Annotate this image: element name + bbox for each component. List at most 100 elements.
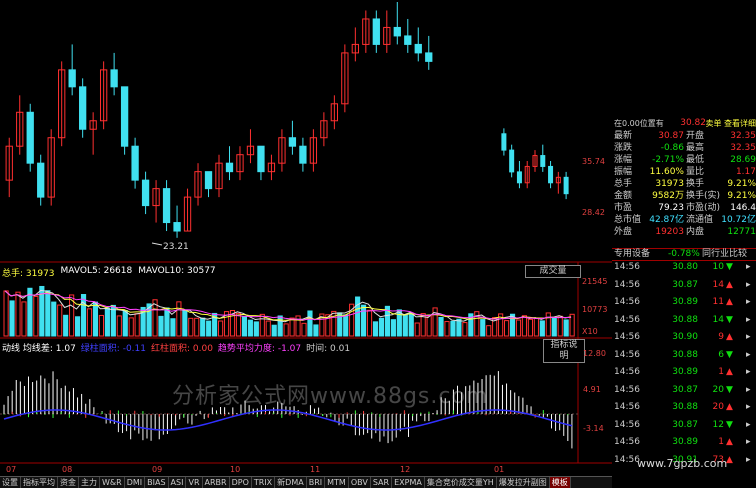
stat-row: 外盘 19203 内盘 12771 <box>612 227 756 238</box>
tab-main-force[interactable]: 主力 <box>79 477 100 488</box>
tick-volume: 12 <box>712 419 724 430</box>
tick-row: 14:56 30.87 12 ▼ ▸ <box>612 419 756 432</box>
tab-arbr[interactable]: ARBR <box>203 477 230 488</box>
tab-auction-volume[interactable]: 集合竞价成交量YH <box>425 477 497 488</box>
volume-bar <box>235 312 242 337</box>
volume-bar <box>372 321 379 337</box>
tick-flag-icon: ▸ <box>746 279 751 290</box>
stat-row: 市盈 79.23 市盈(动) 146.4 <box>612 203 756 214</box>
candle-body <box>37 162 45 198</box>
tick-time: 14:56 <box>614 349 640 360</box>
volume-bar <box>331 310 337 337</box>
volume-bar <box>176 301 182 337</box>
arrow-down-icon: ▼ <box>726 419 733 430</box>
tick-time: 14:56 <box>614 332 640 342</box>
stat-label: 开盘 <box>686 131 705 141</box>
candle-body <box>204 171 213 190</box>
stat-row: 总市值 42.87亿 流通值 10.72亿 <box>612 215 756 226</box>
tab-settings[interactable]: 设置 <box>0 477 21 488</box>
volume-bar <box>3 290 9 337</box>
tab-vr[interactable]: VR <box>186 477 203 488</box>
tick-time: 14:56 <box>614 279 640 290</box>
arrow-up-icon: ▲ <box>726 279 733 290</box>
tick-flag-icon: ▸ <box>746 314 751 325</box>
tab-trix[interactable]: TRIX <box>252 477 276 488</box>
tick-price: 30.88 <box>672 314 698 325</box>
stat-label: 量比 <box>686 167 705 177</box>
candle-body <box>26 111 34 164</box>
volume-bar <box>259 313 265 337</box>
tab-dpo[interactable]: DPO <box>230 477 252 488</box>
candle-body <box>548 165 554 184</box>
volume-bar <box>104 307 110 337</box>
tick-flag-icon: ▸ <box>746 297 751 307</box>
arrow-up-icon: ▲ <box>726 402 733 412</box>
stat-label: 内盘 <box>686 227 705 237</box>
tab-sar[interactable]: SAR <box>371 477 393 488</box>
volume-bar <box>241 315 248 337</box>
low-price-pointer <box>151 242 163 246</box>
mavol10-value: MAVOL10: 30577 <box>138 266 216 276</box>
tick-flag-icon: ▸ <box>746 367 751 377</box>
volume-bar <box>122 310 128 337</box>
tick-time: 14:56 <box>614 262 640 272</box>
industry-compare-button[interactable]: 同行业比较 <box>702 249 748 260</box>
candle-body <box>414 43 422 54</box>
candle-body <box>141 179 150 207</box>
tick-flag-icon: ▸ <box>746 384 751 395</box>
volume-bar <box>450 320 456 337</box>
tab-funds[interactable]: 资金 <box>58 477 79 488</box>
tick-row: 14:56 30.88 20 ▲ ▸ <box>612 401 756 414</box>
tick-volume: 20 <box>712 402 724 412</box>
volume-bar <box>98 314 105 337</box>
tab-template[interactable]: 模板 <box>549 477 571 488</box>
indicator-axis-label-2: 4.91 <box>583 385 601 394</box>
tab-obv[interactable]: OBV <box>349 477 371 488</box>
tick-row: 14:56 30.88 14 ▼ ▸ <box>612 314 756 327</box>
industry-row: 专用设备 -0.78% 同行业比较 <box>612 248 756 261</box>
tab-mtm[interactable]: MTM <box>325 477 349 488</box>
mavol5-value: MAVOL5: 26618 <box>60 266 133 276</box>
candle-body <box>288 137 297 147</box>
panel-top-price: 30.82 <box>680 118 706 128</box>
tick-volume: 11 <box>712 297 724 307</box>
volume-bar <box>343 314 349 337</box>
volume-bar <box>480 319 486 337</box>
tab-new-dma[interactable]: 新DMA <box>275 477 307 488</box>
volume-indicator-button[interactable]: 成交量 <box>525 265 581 278</box>
volume-bar <box>15 291 21 337</box>
industry-name: 专用设备 <box>614 249 651 259</box>
stat-value: 42.87亿 <box>649 215 684 225</box>
tab-indicator-average[interactable]: 指标平均 <box>21 477 58 488</box>
tab-asi[interactable]: ASI <box>169 477 187 488</box>
industry-change: -0.78% <box>668 249 700 259</box>
volume-bar <box>361 304 367 337</box>
tick-row: 14:56 30.89 1 ▲ ▸ <box>612 436 756 449</box>
candle-body <box>501 133 507 151</box>
tick-row: 14:56 30.87 14 ▲ ▸ <box>612 279 756 292</box>
tab-wr[interactable]: W&R <box>100 477 125 488</box>
candle-body <box>110 69 118 88</box>
candle-body <box>173 222 181 232</box>
stat-row: 涨幅 -2.71% 最低 28.69 <box>612 155 756 166</box>
tab-bias[interactable]: BIAS <box>145 477 169 488</box>
candle-body <box>257 145 265 173</box>
tick-price: 30.89 <box>672 367 698 377</box>
x-axis-label-10: 10 <box>230 465 241 474</box>
indicator-help-button[interactable]: 指标说明 <box>543 339 585 363</box>
volume-bar <box>75 316 81 337</box>
volume-bar <box>533 317 539 337</box>
volume-bar <box>80 294 87 337</box>
tab-dmi[interactable]: DMI <box>125 477 146 488</box>
stat-row: 振幅 11.60% 量比 1.17 <box>612 167 756 178</box>
candle-body <box>162 188 171 224</box>
volume-bar <box>170 318 176 337</box>
tab-burst-rise[interactable]: 爆发拉升副图 <box>497 477 550 488</box>
tab-bri[interactable]: BRI <box>307 477 326 488</box>
volume-bar <box>313 324 319 337</box>
tab-expma[interactable]: EXPMA <box>392 477 425 488</box>
tick-flag-icon: ▸ <box>746 349 751 360</box>
volume-bar <box>182 309 188 337</box>
volume-bar <box>551 317 557 337</box>
tick-flag-icon: ▸ <box>746 262 751 272</box>
